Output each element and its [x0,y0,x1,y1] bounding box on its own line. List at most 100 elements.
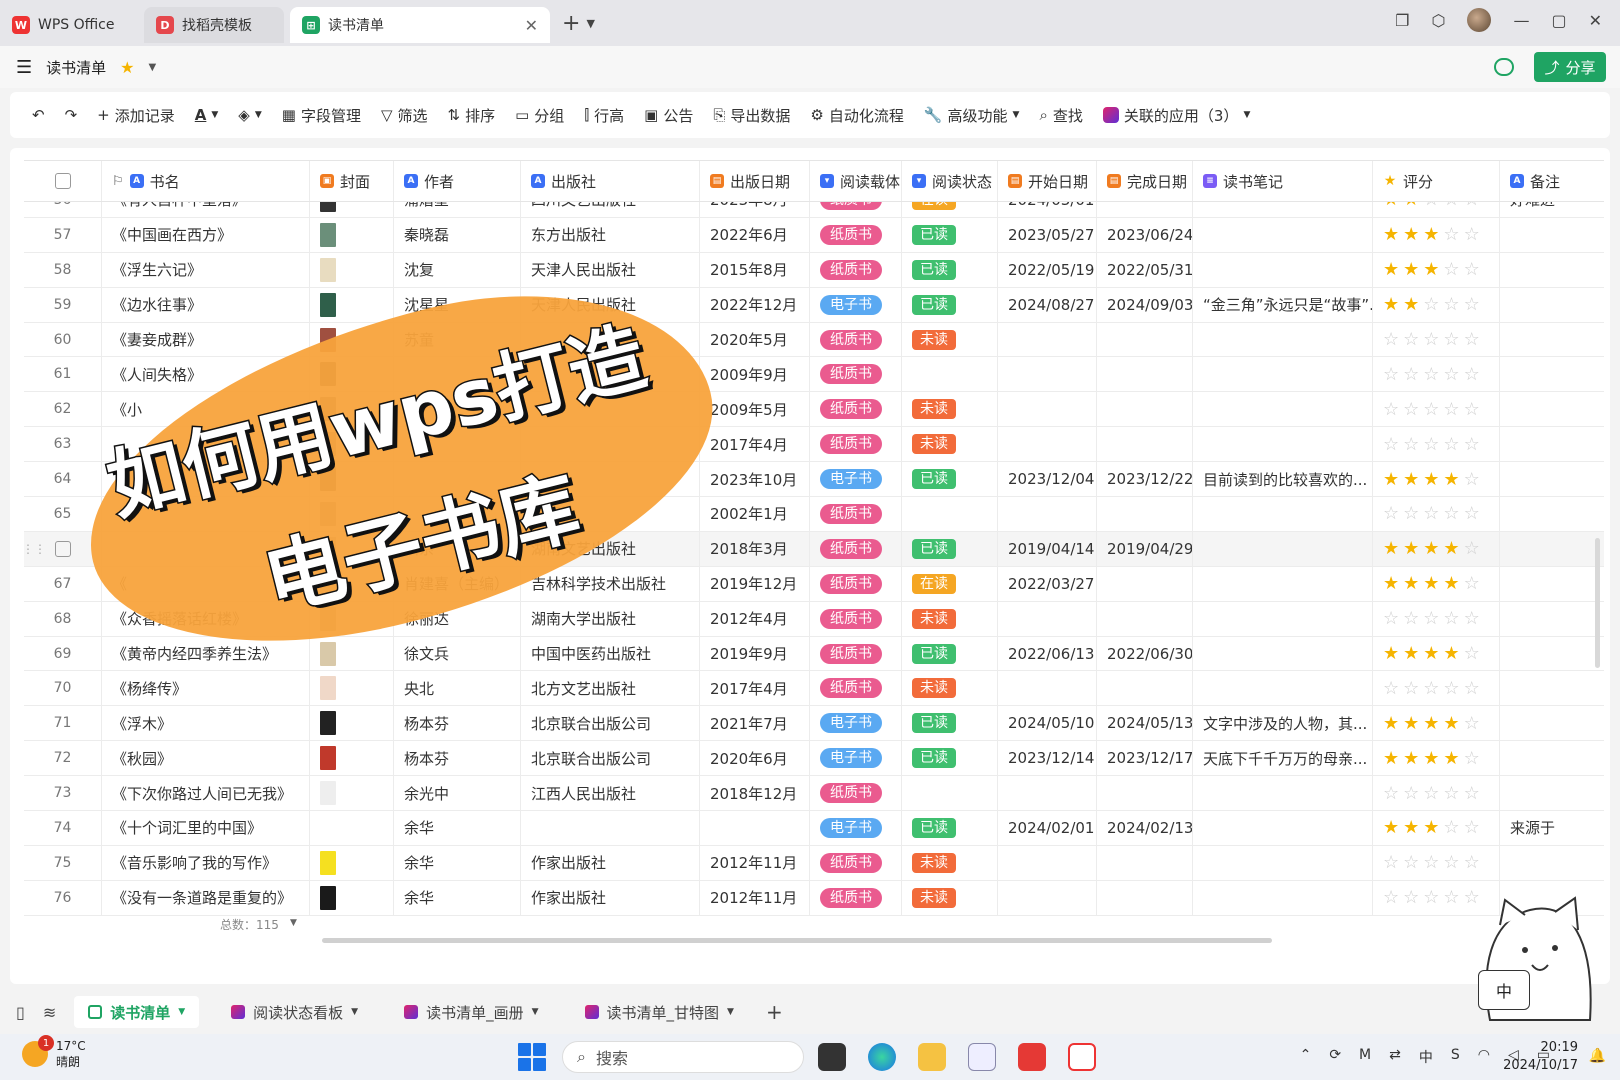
rating-stars[interactable]: ★★★★☆ [1383,643,1484,664]
cell-note[interactable] [1193,427,1373,462]
huawei-app-icon[interactable] [1018,1043,1046,1071]
taskview-icon[interactable] [818,1043,846,1071]
rating-stars[interactable]: ★★★★☆ [1383,469,1484,490]
star-icon[interactable]: ☆ [1464,817,1484,838]
folder-icon[interactable] [918,1043,946,1071]
star-icon[interactable]: ☆ [1403,399,1423,420]
star-icon[interactable]: ★ [1403,259,1423,280]
menu-icon[interactable]: ☰ [16,57,32,78]
table-row[interactable]: 71 《浮木》 杨本芬 北京联合出版公司 2021年7月 电子书 已读 2024/05/10 2… [24,706,1604,742]
star-icon[interactable]: ☆ [1423,887,1443,908]
cell-author[interactable]: 余华 [394,880,521,915]
table-row[interactable]: 56 《有人自杯中坠落》 蒲熠星 四川文艺出版社 2023年8月 纸质书 在读 2024/03… [24,202,1604,218]
table-row[interactable]: 74 《十个词汇里的中国》 余华 电子书 已读 2024/02/01 2024/02/13 ★… [24,811,1604,846]
star-icon[interactable]: ★ [1443,573,1463,594]
add-record-button[interactable]: + 添加记录 [97,105,175,126]
cell-rating[interactable]: ★★★☆☆ [1373,811,1500,845]
table-row[interactable]: 73 《下次你路过人间已无我》 余光中 江西人民出版社 2018年12月 纸质书 ☆☆☆☆☆ [24,776,1604,812]
star-icon[interactable]: ☆ [1443,329,1463,350]
cell-book[interactable]: 《边水往事》 [102,287,310,322]
advanced-button[interactable]: 🔧 高级功能 ▼ [924,105,1020,126]
cell-note[interactable] [1193,776,1373,811]
cell-author[interactable] [394,357,521,392]
star-icon[interactable]: ☆ [1423,329,1443,350]
cell-cover[interactable] [310,202,394,217]
cell-date[interactable]: 2012年11月 [700,845,810,880]
star-icon[interactable]: ☆ [1443,224,1463,245]
book-cover-image[interactable] [320,257,336,282]
cell-cover[interactable] [310,427,394,462]
cell-remark[interactable] [1500,288,1604,322]
star-icon[interactable]: ★ [1383,538,1403,559]
star-icon[interactable]: ☆ [1443,259,1463,280]
star-icon[interactable]: ★ [1423,748,1443,769]
star-icon[interactable]: ★ [1423,259,1443,280]
cell-n[interactable]: 71 [24,706,102,741]
cell-carrier[interactable]: 纸质书 [810,636,902,671]
cell-author[interactable]: 央北 [394,671,521,706]
star-icon[interactable]: ★ [120,58,134,77]
table-row[interactable]: 76 《没有一条道路是重复的》 余华 作家出版社 2012年11月 纸质书 未读 ☆☆☆☆☆ [24,880,1604,916]
cell-finish[interactable] [1097,776,1193,811]
cell-date[interactable]: 2019年12月 [700,566,810,601]
window-layout-icon[interactable]: ❐ [1395,11,1409,30]
star-icon[interactable]: ☆ [1383,434,1403,455]
cell-carrier[interactable]: 纸质书 [810,880,902,915]
sheet-tab-kanban[interactable]: 阅读状态看板 ▼ [217,996,372,1028]
star-icon[interactable]: ☆ [1423,399,1443,420]
star-icon[interactable]: ☆ [1383,608,1403,629]
star-icon[interactable]: ☆ [1464,294,1484,315]
chevron-up-icon[interactable]: ⌃ [1300,1047,1312,1067]
star-icon[interactable]: ☆ [1383,364,1403,385]
cell-remark[interactable] [1500,357,1604,391]
cell-date[interactable]: 2017年4月 [700,427,810,462]
rating-stars[interactable]: ★★★★☆ [1383,748,1484,769]
cell-note[interactable] [1193,636,1373,671]
table-row[interactable]: 60 《妻妾成群》 苏童 2020年5月 纸质书 未读 ☆☆☆☆☆ [24,322,1604,358]
cell-cover[interactable] [310,462,394,497]
star-icon[interactable]: ★ [1383,643,1403,664]
cell-date[interactable]: 2020年6月 [700,741,810,776]
star-icon[interactable]: ☆ [1403,329,1423,350]
cell-cover[interactable] [310,252,394,287]
cell-cover[interactable] [310,601,394,636]
cell-status[interactable]: 未读 [902,427,998,462]
cell-remark[interactable] [1500,776,1604,810]
chevron-down-icon[interactable]: ▼ [149,62,157,73]
minimize-icon[interactable]: — [1513,11,1529,30]
cell-note[interactable] [1193,811,1373,845]
cell-n[interactable]: 75 [24,845,102,880]
chevron-down-icon[interactable]: ▼ [586,17,594,30]
star-icon[interactable]: ☆ [1423,364,1443,385]
cell-note[interactable] [1193,322,1373,357]
cell-author[interactable] [394,497,521,531]
cell-note[interactable] [1193,217,1373,252]
table-row[interactable]: 72 《秋园》 杨本芬 北京联合出版公司 2020年6月 电子书 已读 2023/12/14 2… [24,741,1604,777]
star-icon[interactable]: ★ [1383,713,1403,734]
star-icon[interactable]: ★ [1443,469,1463,490]
cell-remark[interactable] [1500,218,1604,252]
table-row[interactable]: 64 2023年10月 电子书 已读 2023/12/04 2023/12/22 目前读到的… [24,462,1604,498]
star-icon[interactable]: ☆ [1464,364,1484,385]
cell-author[interactable] [394,392,521,427]
book-cover-image[interactable] [320,432,336,457]
cell-start[interactable] [998,845,1097,880]
cell-note[interactable] [1193,392,1373,427]
cell-pub[interactable]: 吉林科学技术出版社 [521,566,700,601]
cell-cover[interactable] [310,392,394,427]
cell-rating[interactable]: ★★★★☆ [1373,462,1500,497]
rating-stars[interactable]: ★★★☆☆ [1383,224,1484,245]
cell-cover[interactable] [310,497,394,531]
mail-app-icon[interactable] [968,1043,996,1071]
star-icon[interactable]: ☆ [1464,713,1484,734]
cell-note[interactable] [1193,671,1373,706]
book-cover-image[interactable] [320,641,336,666]
cell-carrier[interactable]: 电子书 [810,706,902,741]
edge-icon[interactable] [868,1043,896,1071]
star-icon[interactable]: ☆ [1464,852,1484,873]
cell-finish[interactable] [1097,601,1193,636]
cell-date[interactable]: 2022年12月 [700,287,810,322]
cell-start[interactable] [998,776,1097,811]
cell-note[interactable] [1193,845,1373,880]
star-icon[interactable]: ☆ [1383,887,1403,908]
